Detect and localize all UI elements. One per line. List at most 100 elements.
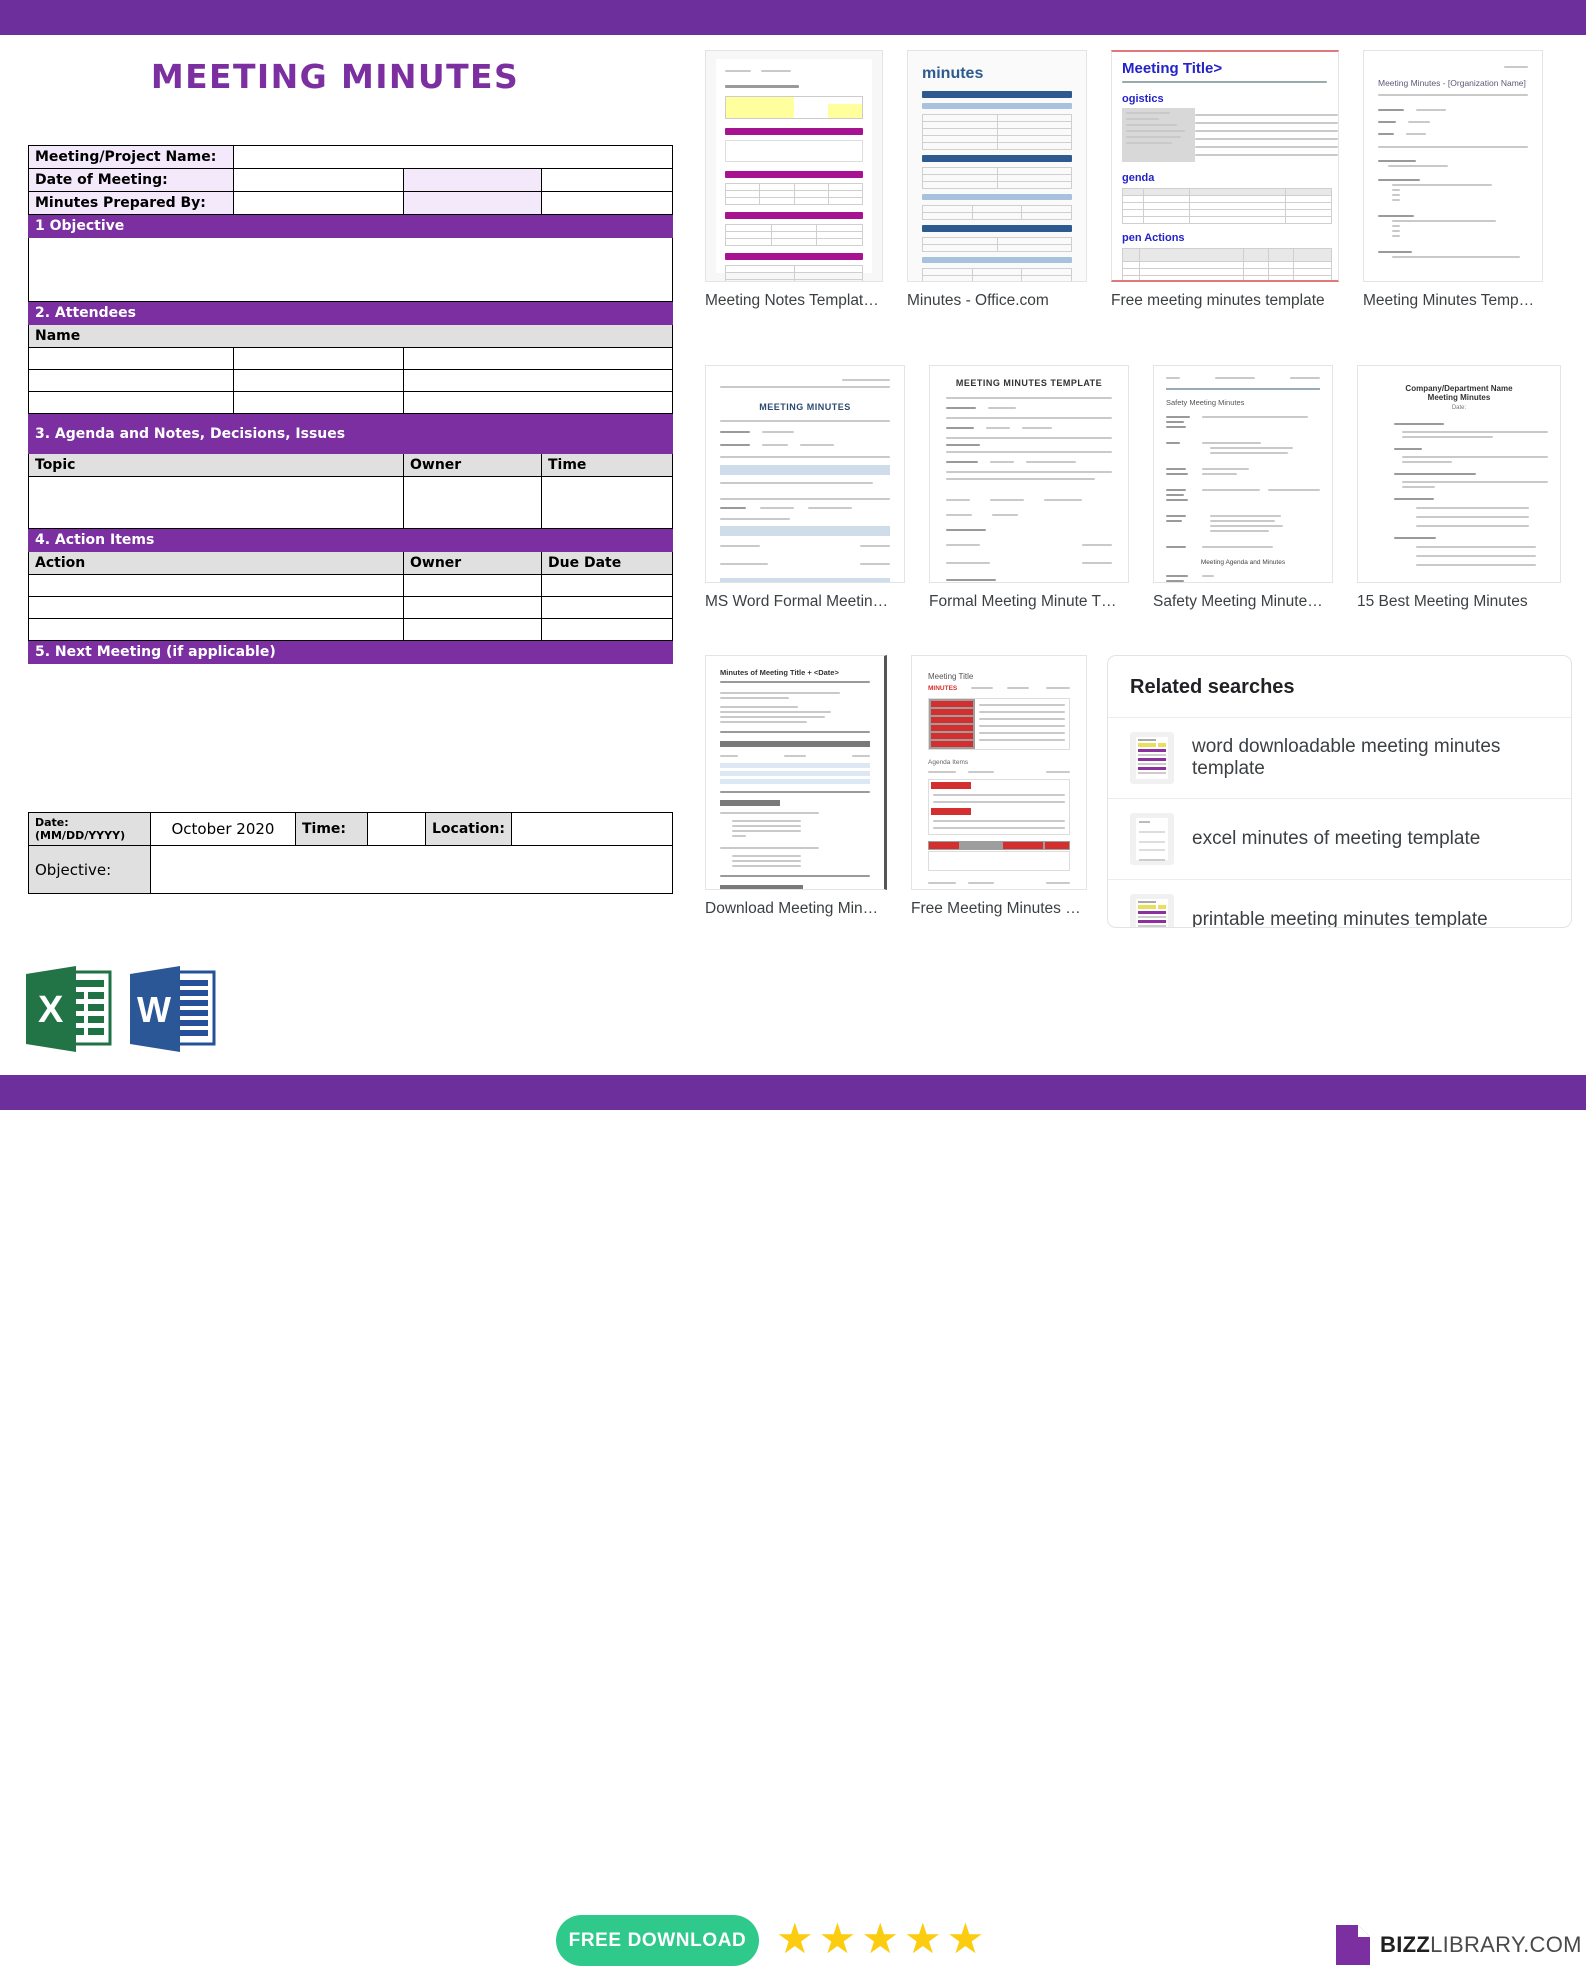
attendee-cell[interactable] — [403, 391, 673, 414]
result-caption[interactable]: Safety Meeting Minute… — [1153, 593, 1333, 611]
date-of-meeting-field[interactable] — [233, 168, 404, 192]
date-of-meeting-note-cell[interactable] — [541, 168, 673, 192]
date-of-meeting-extra-cell[interactable] — [403, 168, 542, 192]
meeting-project-name-field[interactable] — [233, 145, 673, 169]
result-caption[interactable]: Minutes - Office.com — [907, 292, 1087, 310]
svg-text:W: W — [137, 989, 171, 1030]
agenda-owner-cell[interactable] — [403, 476, 542, 529]
attendee-cell[interactable] — [28, 347, 234, 370]
agenda-column-topic: Topic — [28, 453, 404, 477]
related-search-item[interactable]: printable meeting minutes template — [1108, 880, 1571, 927]
result-card[interactable]: Safety Meeting Minutes Meeting Agenda an… — [1153, 365, 1333, 611]
result-thumbnail[interactable]: Meeting Minutes - [Organization Name] — [1363, 50, 1543, 282]
result-card[interactable]: Meeting Notes Templat… — [705, 50, 883, 310]
next-meeting-objective-value[interactable] — [150, 845, 673, 894]
result-card[interactable]: Minutes of Meeting Title + <Date> Downlo… — [705, 655, 887, 918]
table-row: Minutes Prepared By: — [28, 191, 673, 215]
result-thumbnail[interactable] — [705, 50, 883, 282]
free-download-button[interactable]: FREE DOWNLOAD — [556, 1915, 759, 1966]
agenda-topic-cell[interactable] — [28, 476, 404, 529]
result-card[interactable]: Meeting Title MINUTES Agenda Items Free … — [911, 655, 1087, 918]
action-cell[interactable] — [28, 596, 404, 619]
table-row: Date of Meeting: — [28, 168, 673, 192]
next-meeting-location-value[interactable] — [510, 812, 674, 846]
result-thumbnail[interactable]: Safety Meeting Minutes Meeting Agenda an… — [1153, 365, 1333, 583]
star-icon: ★ — [818, 1915, 857, 1962]
meeting-minutes-table: Meeting/Project Name: Date of Meeting: M… — [28, 145, 673, 664]
minutes-prepared-by-extra-cell[interactable] — [403, 191, 542, 215]
result-caption[interactable]: Meeting Notes Templat… — [705, 292, 883, 310]
section-action-items-header: 4. Action Items — [28, 528, 673, 552]
minutes-prepared-by-note-cell[interactable] — [541, 191, 673, 215]
result-caption[interactable]: Formal Meeting Minute T… — [929, 593, 1129, 611]
result-thumbnail[interactable]: MEETING MINUTES — [705, 365, 905, 583]
result-thumbnail[interactable]: Meeting Title> ogistics genda pen Action… — [1111, 50, 1339, 282]
attendee-cell[interactable] — [28, 391, 234, 414]
attendee-cell[interactable] — [233, 369, 404, 392]
attendee-cell[interactable] — [403, 369, 673, 392]
related-search-item[interactable]: word downloadable meeting minutes templa… — [1108, 718, 1571, 799]
result-caption[interactable]: Free meeting minutes template — [1111, 292, 1339, 310]
next-meeting-time-value[interactable] — [367, 812, 426, 846]
minutes-prepared-by-label: Minutes Prepared By: — [28, 191, 234, 215]
result-caption[interactable]: Meeting Minutes Temp… — [1363, 292, 1543, 310]
result-card[interactable]: Meeting Title> ogistics genda pen Action… — [1111, 50, 1339, 310]
related-search-label[interactable]: word downloadable meeting minutes templa… — [1192, 736, 1549, 780]
result-thumbnail[interactable]: Minutes of Meeting Title + <Date> — [705, 655, 887, 890]
document-preview: MEETING MINUTES Meeting/Project Name: Da… — [0, 35, 700, 940]
action-due-date-cell[interactable] — [541, 618, 673, 641]
table-row: Name — [28, 324, 673, 348]
related-search-label[interactable]: printable meeting minutes template — [1192, 909, 1488, 927]
result-card[interactable]: MEETING MINUTES TEMPLATE Formal Meeting … — [929, 365, 1129, 611]
table-row — [28, 391, 673, 414]
result-caption[interactable]: 15 Best Meeting Minutes — [1357, 593, 1561, 611]
search-results-panel: Meeting Notes Templat… minutes Minutes -… — [700, 35, 1586, 940]
table-row: Action Owner Due Date — [28, 551, 673, 575]
section-agenda-header: 3. Agenda and Notes, Decisions, Issues — [28, 413, 673, 454]
section-attendees-header: 2. Attendees — [28, 301, 673, 325]
action-due-date-cell[interactable] — [541, 596, 673, 619]
action-due-date-cell[interactable] — [541, 574, 673, 597]
result-thumbnail[interactable]: Meeting Title MINUTES Agenda Items — [911, 655, 1087, 890]
attendee-cell[interactable] — [28, 369, 234, 392]
star-icon: ★ — [776, 1915, 814, 1962]
result-caption[interactable]: Free Meeting Minutes … — [911, 900, 1087, 918]
action-cell[interactable] — [28, 574, 404, 597]
result-caption[interactable]: MS Word Formal Meetin… — [705, 593, 905, 611]
attendee-cell[interactable] — [233, 347, 404, 370]
bizzlibrary-logo[interactable]: BIZZLIBRARY.COM — [1336, 1925, 1582, 1965]
attendee-cell[interactable] — [403, 347, 673, 370]
attendee-cell[interactable] — [233, 391, 404, 414]
minutes-prepared-by-field[interactable] — [233, 191, 404, 215]
result-card[interactable]: MEETING MINUTES MS Word Formal Meetin… — [705, 365, 905, 611]
related-search-thumbnail-icon — [1130, 813, 1174, 865]
result-card[interactable]: Company/Department Name Meeting Minutes … — [1357, 365, 1561, 611]
next-meeting-date-value[interactable]: October 2020 — [150, 812, 296, 846]
result-thumbnail[interactable]: MEETING MINUTES TEMPLATE — [929, 365, 1129, 583]
result-thumbnail[interactable]: minutes — [907, 50, 1087, 282]
result-card[interactable]: minutes Minutes - Office.com — [907, 50, 1087, 310]
action-owner-cell[interactable] — [403, 596, 542, 619]
action-cell[interactable] — [28, 618, 404, 641]
results-row-1: Meeting Notes Templat… minutes Minutes -… — [705, 50, 1543, 310]
action-owner-cell[interactable] — [403, 618, 542, 641]
action-owner-cell[interactable] — [403, 574, 542, 597]
table-row: Topic Owner Time — [28, 453, 673, 477]
excel-icon[interactable]: X — [22, 962, 114, 1056]
results-row-2: MEETING MINUTES MS Word Formal Meetin… M… — [705, 365, 1561, 611]
table-row: 5. Next Meeting (if applicable) — [28, 640, 673, 664]
related-search-thumbnail-icon — [1130, 894, 1174, 927]
table-row — [28, 347, 673, 370]
objective-text-area[interactable] — [28, 237, 673, 302]
result-card[interactable]: Meeting Minutes - [Organization Name] Me… — [1363, 50, 1543, 310]
next-meeting-date-format: (MM/DD/YYYY) — [35, 829, 126, 842]
result-caption[interactable]: Download Meeting Min… — [705, 900, 887, 918]
word-icon[interactable]: W — [126, 962, 218, 1056]
table-row: Meeting/Project Name: — [28, 145, 673, 169]
related-search-item[interactable]: excel minutes of meeting template — [1108, 799, 1571, 880]
section-objective-header: 1 Objective — [28, 214, 673, 238]
agenda-column-time: Time — [541, 453, 673, 477]
agenda-time-cell[interactable] — [541, 476, 673, 529]
result-thumbnail[interactable]: Company/Department Name Meeting Minutes … — [1357, 365, 1561, 583]
related-search-label[interactable]: excel minutes of meeting template — [1192, 828, 1480, 850]
